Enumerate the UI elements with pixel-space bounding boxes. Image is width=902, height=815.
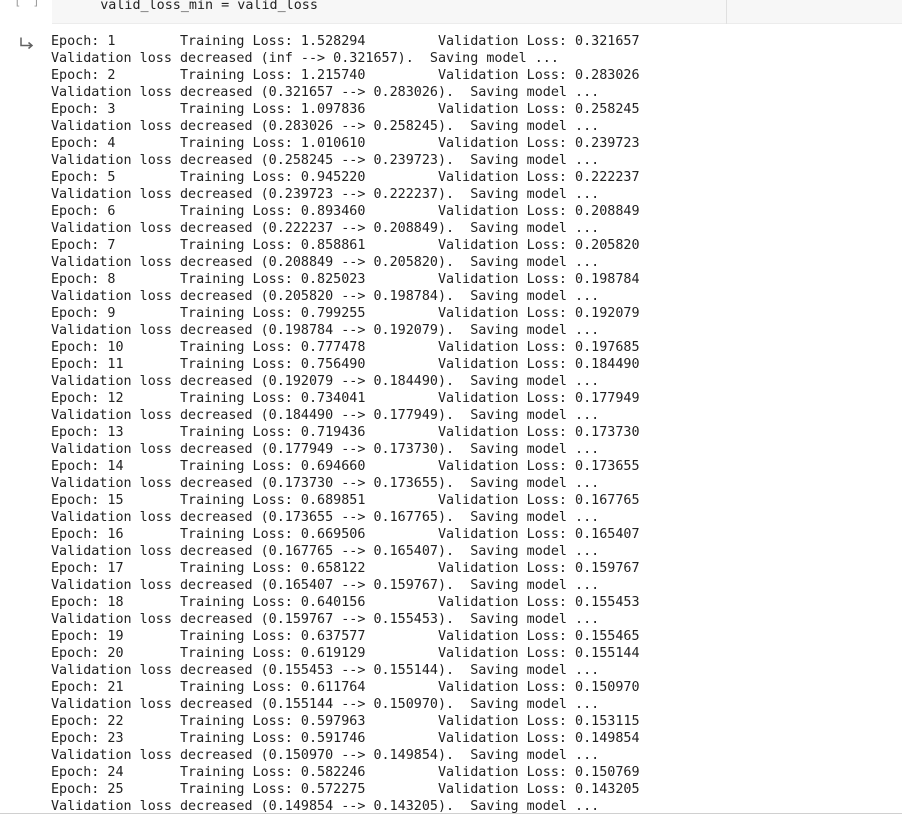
output-line: Epoch: 8 Training Loss: 0.825023 Validat… [51, 272, 640, 287]
output-line: Validation loss decreased (0.177949 --> … [51, 442, 600, 457]
output-line: Epoch: 23 Training Loss: 0.591746 Valida… [51, 731, 640, 746]
output-line: Validation loss decreased (0.155453 --> … [51, 663, 600, 678]
output-line: Epoch: 18 Training Loss: 0.640156 Valida… [51, 595, 640, 610]
output-line: Epoch: 1 Training Loss: 1.528294 Validat… [51, 34, 640, 49]
output-line: Epoch: 15 Training Loss: 0.689851 Valida… [51, 493, 640, 508]
output-line: Epoch: 25 Training Loss: 0.572275 Valida… [51, 782, 640, 797]
output-line: Epoch: 10 Training Loss: 0.777478 Valida… [51, 340, 640, 355]
output-line: Validation loss decreased (0.165407 --> … [51, 578, 600, 593]
output-line: Epoch: 7 Training Loss: 0.858861 Validat… [51, 238, 640, 253]
output-line: Validation loss decreased (0.222237 --> … [51, 221, 600, 236]
output-line: Validation loss decreased (0.184490 --> … [51, 408, 600, 423]
output-line: Epoch: 16 Training Loss: 0.669506 Valida… [51, 527, 640, 542]
code-cell: [ ] valid_loss_min = valid_loss [0, 0, 902, 24]
output-line: Validation loss decreased (0.192079 --> … [51, 374, 600, 389]
output-arrow-icon[interactable] [19, 36, 35, 52]
output-line: Validation loss decreased (0.208849 --> … [51, 255, 600, 270]
output-line: Validation loss decreased (0.173730 --> … [51, 476, 600, 491]
output-line: Epoch: 21 Training Loss: 0.611764 Valida… [51, 680, 640, 695]
output-line: Validation loss decreased (0.173655 --> … [51, 510, 600, 525]
output-line: Epoch: 5 Training Loss: 0.945220 Validat… [51, 170, 640, 185]
editor-divider [726, 0, 727, 24]
code-line[interactable]: valid_loss_min = valid_loss [68, 0, 318, 14]
cell-prompt[interactable]: [ ] [14, 0, 42, 8]
output-line: Epoch: 22 Training Loss: 0.597963 Valida… [51, 714, 640, 729]
output-line: Epoch: 13 Training Loss: 0.719436 Valida… [51, 425, 640, 440]
output-line: Validation loss decreased (0.155144 --> … [51, 697, 600, 712]
output-line: Epoch: 4 Training Loss: 1.010610 Validat… [51, 136, 640, 151]
output-line: Epoch: 2 Training Loss: 1.215740 Validat… [51, 68, 640, 83]
output-line: Epoch: 12 Training Loss: 0.734041 Valida… [51, 391, 640, 406]
output-line: Validation loss decreased (inf --> 0.321… [51, 51, 559, 66]
output-line: Validation loss decreased (0.159767 --> … [51, 612, 600, 627]
cell-output: Epoch: 1 Training Loss: 1.528294 Validat… [51, 33, 640, 815]
output-line: Epoch: 17 Training Loss: 0.658122 Valida… [51, 561, 640, 576]
output-line: Validation loss decreased (0.150970 --> … [51, 748, 600, 763]
output-line: Validation loss decreased (0.283026 --> … [51, 119, 600, 134]
output-line: Epoch: 6 Training Loss: 0.893460 Validat… [51, 204, 640, 219]
output-line: Validation loss decreased (0.205820 --> … [51, 289, 600, 304]
output-line: Epoch: 20 Training Loss: 0.619129 Valida… [51, 646, 640, 661]
output-line: Epoch: 14 Training Loss: 0.694660 Valida… [51, 459, 640, 474]
output-line: Epoch: 11 Training Loss: 0.756490 Valida… [51, 357, 640, 372]
output-line: Epoch: 9 Training Loss: 0.799255 Validat… [51, 306, 640, 321]
output-line: Validation loss decreased (0.167765 --> … [51, 544, 600, 559]
output-line: Epoch: 3 Training Loss: 1.097836 Validat… [51, 102, 640, 117]
output-line: Validation loss decreased (0.198784 --> … [51, 323, 600, 338]
output-line: Epoch: 19 Training Loss: 0.637577 Valida… [51, 629, 640, 644]
output-line: Validation loss decreased (0.321657 --> … [51, 85, 600, 100]
output-line: Validation loss decreased (0.239723 --> … [51, 187, 600, 202]
output-line: Epoch: 24 Training Loss: 0.582246 Valida… [51, 765, 640, 780]
output-line: Validation loss decreased (0.258245 --> … [51, 153, 600, 168]
